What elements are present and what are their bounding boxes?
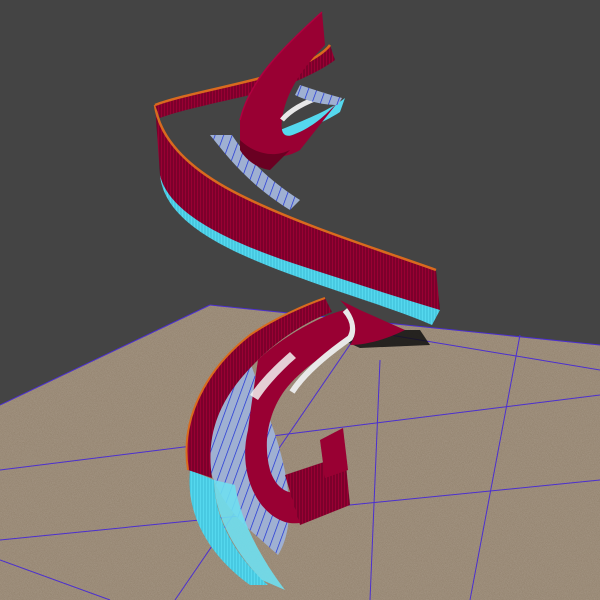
upper-stair-flight[interactable] <box>154 11 345 170</box>
3d-viewport[interactable] <box>0 0 600 600</box>
viewport-canvas[interactable] <box>0 0 600 600</box>
